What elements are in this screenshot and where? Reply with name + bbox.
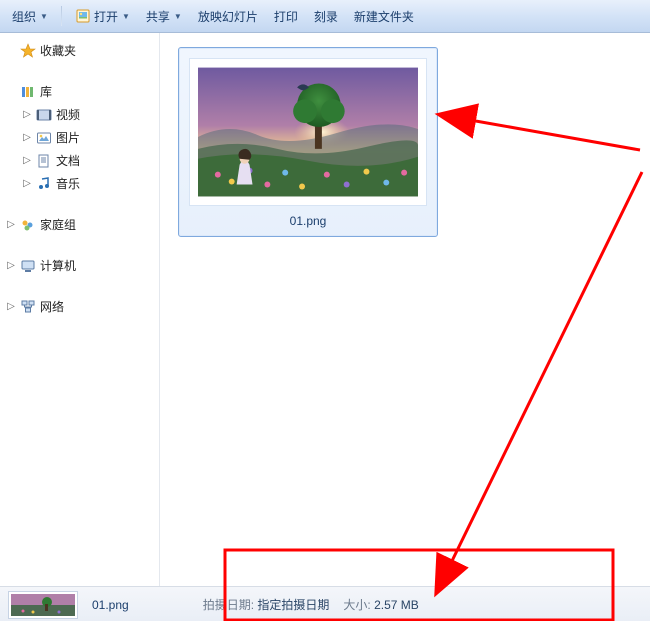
size-label: 大小: (343, 598, 370, 612)
sidebar-item-homegroup[interactable]: ▷ 家庭组 (0, 213, 159, 236)
print-button[interactable]: 打印 (268, 5, 304, 28)
dropdown-icon: ▼ (174, 12, 182, 21)
details-pane: 01.png 拍摄日期: 指定拍摄日期 大小: 2.57 MB (0, 586, 650, 621)
date-value[interactable]: 指定拍摄日期 (257, 598, 329, 612)
computer-icon (20, 258, 36, 274)
date-label: 拍摄日期: (203, 598, 254, 612)
expand-icon[interactable]: ▷ (6, 301, 16, 312)
main-area: 收藏夹 库 ▷ (0, 33, 650, 586)
burn-button[interactable]: 刻录 (308, 5, 344, 28)
share-button[interactable]: 共享 ▼ (140, 5, 188, 28)
open-label: 打开 (94, 8, 118, 25)
libraries-children: ▷ 视频 ▷ 图片 ▷ (0, 103, 159, 195)
sidebar-item-pictures[interactable]: ▷ 图片 (16, 126, 159, 149)
new-folder-button[interactable]: 新建文件夹 (348, 5, 420, 28)
video-icon (36, 107, 52, 123)
organize-button[interactable]: 组织 ▼ (6, 5, 54, 28)
share-label: 共享 (146, 8, 170, 25)
dropdown-icon: ▼ (40, 12, 48, 21)
sidebar-item-network[interactable]: ▷ 网络 (0, 295, 159, 318)
details-filename: 01.png (92, 598, 129, 612)
picture-icon (36, 130, 52, 146)
documents-label: 文档 (56, 152, 80, 169)
document-icon (36, 153, 52, 169)
homegroup-label: 家庭组 (40, 216, 76, 233)
expand-icon[interactable]: ▷ (6, 260, 16, 271)
toolbar-separator (61, 6, 62, 26)
computer-group: ▷ 计算机 (0, 254, 159, 277)
sidebar-item-documents[interactable]: ▷ 文档 (16, 149, 159, 172)
open-button[interactable]: 打开 ▼ (69, 5, 136, 28)
burn-label: 刻录 (314, 8, 338, 25)
sidebar-item-computer[interactable]: ▷ 计算机 (0, 254, 159, 277)
file-name-label: 01.png (189, 206, 427, 228)
open-icon (75, 8, 91, 24)
details-size: 大小: 2.57 MB (343, 596, 418, 613)
libraries-label: 库 (40, 83, 52, 100)
expand-icon[interactable]: ▷ (22, 155, 32, 166)
libraries-icon (20, 84, 36, 100)
size-value: 2.57 MB (374, 598, 419, 612)
videos-label: 视频 (56, 106, 80, 123)
thumbnail-frame (189, 58, 427, 206)
slideshow-label: 放映幻灯片 (198, 8, 258, 25)
dropdown-icon: ▼ (122, 12, 130, 21)
network-group: ▷ 网络 (0, 295, 159, 318)
music-label: 音乐 (56, 175, 80, 192)
sidebar-item-music[interactable]: ▷ 音乐 (16, 172, 159, 195)
pictures-label: 图片 (56, 129, 80, 146)
favorites-group: 收藏夹 (0, 39, 159, 62)
print-label: 打印 (274, 8, 298, 25)
favorites-label: 收藏夹 (40, 42, 76, 59)
sidebar-item-libraries[interactable]: 库 (0, 80, 159, 103)
details-thumbnail (8, 591, 78, 619)
expand-icon[interactable]: ▷ (6, 219, 16, 230)
expand-icon[interactable]: ▷ (22, 132, 32, 143)
music-icon (36, 176, 52, 192)
sidebar-item-videos[interactable]: ▷ 视频 (16, 103, 159, 126)
expand-icon[interactable]: ▷ (22, 178, 32, 189)
image-preview-icon (198, 67, 418, 197)
network-label: 网络 (40, 298, 64, 315)
toolbar: 组织 ▼ 打开 ▼ 共享 ▼ 放映幻灯片 打印 刻录 新建文件夹 (0, 0, 650, 33)
new-folder-label: 新建文件夹 (354, 8, 414, 25)
file-thumbnail-selected[interactable]: 01.png (178, 47, 438, 237)
sidebar-item-favorites[interactable]: 收藏夹 (0, 39, 159, 62)
navigation-sidebar: 收藏夹 库 ▷ (0, 33, 160, 586)
organize-label: 组织 (12, 8, 36, 25)
slideshow-button[interactable]: 放映幻灯片 (192, 5, 264, 28)
details-date: 拍摄日期: 指定拍摄日期 (203, 596, 330, 613)
file-list-area[interactable]: 01.png (160, 33, 650, 586)
homegroup-icon (20, 217, 36, 233)
expand-icon[interactable]: ▷ (22, 109, 32, 120)
libraries-group: 库 ▷ 视频 ▷ 图片 ▷ (0, 80, 159, 195)
computer-label: 计算机 (40, 257, 76, 274)
homegroup-group: ▷ 家庭组 (0, 213, 159, 236)
star-icon (20, 43, 36, 59)
network-icon (20, 299, 36, 315)
